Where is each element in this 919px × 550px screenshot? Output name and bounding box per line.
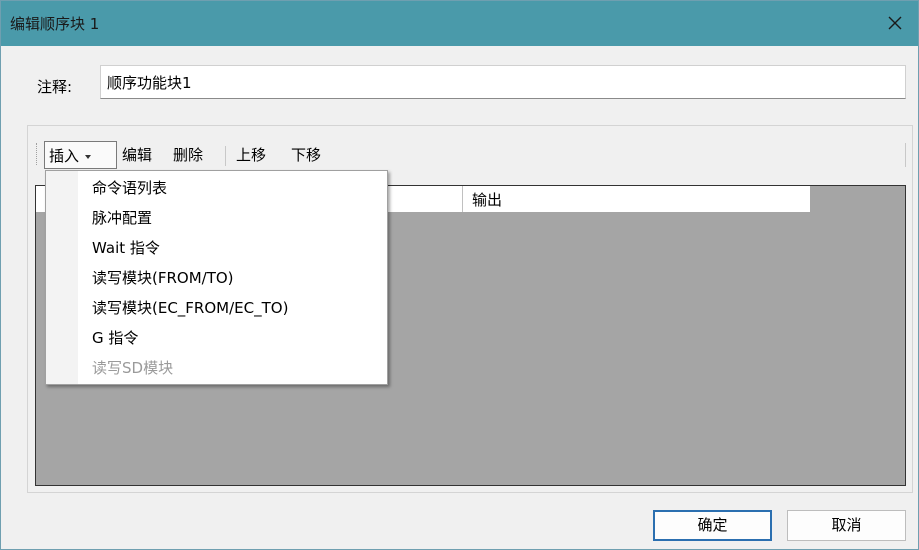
dialog-window: 编辑顺序块 1 注释: 插入 编辑 删除 上移 下移 输出 命令语列表 脉冲配置… xyxy=(0,0,919,550)
insert-dropdown-button[interactable]: 插入 xyxy=(44,141,117,169)
window-title: 编辑顺序块 1 xyxy=(10,15,100,33)
cancel-button[interactable]: 取消 xyxy=(787,510,906,541)
dropdown-arrow-icon xyxy=(85,154,92,159)
close-button[interactable] xyxy=(878,7,912,39)
close-icon xyxy=(888,16,902,30)
menu-item-ec-from-to[interactable]: 读写模块(EC_FROM/EC_TO) xyxy=(92,293,288,323)
toolbar-end-separator xyxy=(905,143,906,167)
move-up-button[interactable]: 上移 xyxy=(232,141,270,169)
comment-input[interactable] xyxy=(100,65,906,99)
toolbar-grip[interactable] xyxy=(36,143,40,165)
insert-menu: 命令语列表 脉冲配置 Wait 指令 读写模块(FROM/TO) 读写模块(EC… xyxy=(45,170,388,385)
toolbar: 插入 编辑 删除 上移 下移 xyxy=(36,139,906,170)
delete-button[interactable]: 删除 xyxy=(169,141,207,169)
menu-item-g-command[interactable]: G 指令 xyxy=(92,323,138,353)
title-bar[interactable]: 编辑顺序块 1 xyxy=(1,1,918,46)
menu-item-sd-module: 读写SD模块 xyxy=(92,359,174,377)
comment-label: 注释: xyxy=(37,78,73,96)
grid-header-output[interactable]: 输出 xyxy=(463,186,810,212)
edit-button[interactable]: 编辑 xyxy=(118,141,156,169)
menu-item-from-to[interactable]: 读写模块(FROM/TO) xyxy=(92,263,234,293)
move-down-button[interactable]: 下移 xyxy=(287,141,325,169)
menu-item-pulse-config[interactable]: 脉冲配置 xyxy=(92,203,152,233)
insert-label: 插入 xyxy=(49,147,80,165)
toolbar-separator xyxy=(225,146,226,166)
ok-button[interactable]: 确定 xyxy=(653,510,772,541)
menu-item-command-list[interactable]: 命令语列表 xyxy=(92,173,167,203)
menu-item-wait[interactable]: Wait 指令 xyxy=(92,233,160,263)
menu-icon-gutter xyxy=(46,171,78,384)
